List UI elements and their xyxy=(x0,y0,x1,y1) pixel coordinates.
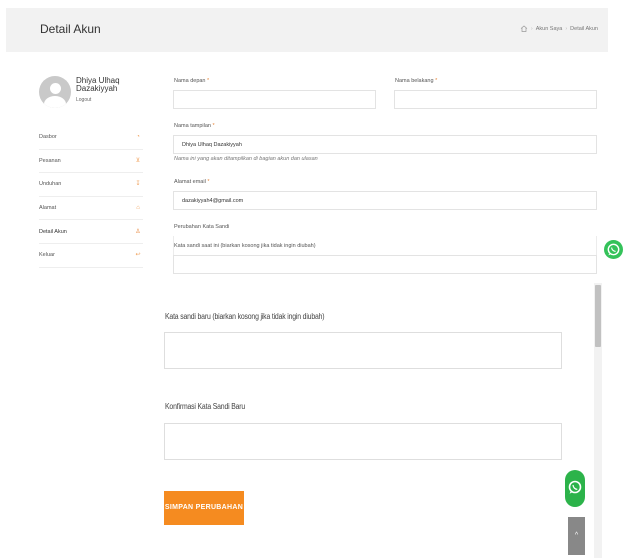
confirm-password-input[interactable] xyxy=(164,423,562,460)
location-icon: ⌂ xyxy=(136,205,140,212)
sidebar-item-label: Detail Akun xyxy=(39,228,67,235)
last-name-input[interactable] xyxy=(394,90,597,109)
cart-icon: ⊻ xyxy=(135,157,141,164)
sidebar-item-pesanan[interactable]: Pesanan ⊻ xyxy=(39,150,143,174)
whatsapp-icon xyxy=(568,480,582,494)
password-section-title: Perubahan Kata Sandi xyxy=(174,224,230,230)
confirm-password-label: Konfirmasi Kata Sandi Baru xyxy=(165,402,246,411)
whatsapp-float-button[interactable] xyxy=(565,470,585,507)
logout-icon: ↩ xyxy=(135,252,141,259)
back-to-top-button[interactable]: ^ xyxy=(568,517,585,555)
page-title: Detail Akun xyxy=(40,22,101,36)
first-name-label: Nama depan * xyxy=(174,78,210,84)
user-icon: ♙ xyxy=(135,228,141,235)
breadcrumb: › Akun Saya › Detail Akun xyxy=(520,25,598,32)
sidebar-item-unduhan[interactable]: Unduhan ↧ xyxy=(39,173,143,197)
sidebar-item-detail-akun[interactable]: Detail Akun ♙ xyxy=(39,220,143,244)
account-navigation: Dasbor ◔ Pesanan ⊻ Unduhan ↧ Alamat ⌂ De… xyxy=(39,126,143,268)
breadcrumb-separator: › xyxy=(530,25,533,32)
last-name-label: Nama belakang * xyxy=(395,78,438,84)
whatsapp-icon xyxy=(607,243,620,256)
current-password-label: Kata sandi saat ini (biarkan kosong jika… xyxy=(174,243,316,249)
page: Detail Akun › Akun Saya › Detail Akun Dh… xyxy=(0,0,627,558)
new-password-input[interactable] xyxy=(164,332,562,369)
sidebar-item-keluar[interactable]: Keluar ↩ xyxy=(39,244,143,268)
display-name-hint: Nama ini yang akan ditampilkan di bagian… xyxy=(174,156,318,162)
sidebar-item-alamat[interactable]: Alamat ⌂ xyxy=(39,197,143,221)
display-name-input[interactable] xyxy=(173,135,597,154)
logout-link[interactable]: Logout xyxy=(76,97,91,103)
email-label: Alamat email * xyxy=(174,179,210,185)
sidebar-item-label: Keluar xyxy=(39,252,55,259)
display-name-label: Nama tampilan * xyxy=(174,123,215,129)
dashboard-icon: ◔ xyxy=(136,134,140,141)
sidebar-item-dasbor[interactable]: Dasbor ◔ xyxy=(39,126,143,150)
breadcrumb-item-account[interactable]: Akun Saya xyxy=(536,26,563,32)
first-name-input[interactable] xyxy=(173,90,376,109)
sidebar-item-label: Pesanan xyxy=(39,157,61,164)
save-changes-button[interactable]: SIMPAN PERUBAHAN xyxy=(164,491,244,525)
sidebar-item-label: Alamat xyxy=(39,205,57,212)
sidebar-item-label: Dasbor xyxy=(39,134,57,141)
profile-name: Dhiya Ulhaq Dazakiyyah xyxy=(76,76,120,93)
scrollbar[interactable] xyxy=(594,283,602,558)
breadcrumb-separator: › xyxy=(565,25,568,32)
avatar xyxy=(39,76,71,108)
home-icon[interactable] xyxy=(520,25,528,32)
sidebar-item-label: Unduhan xyxy=(39,181,62,188)
whatsapp-chat-button[interactable] xyxy=(604,240,623,259)
scrollbar-thumb[interactable] xyxy=(595,285,601,347)
profile-summary: Dhiya Ulhaq Dazakiyyah Logout xyxy=(39,76,149,110)
page-header: Detail Akun › Akun Saya › Detail Akun xyxy=(6,8,608,52)
new-password-label: Kata sandi baru (biarkan kosong jika tid… xyxy=(165,312,325,321)
breadcrumb-item-current: Detail Akun xyxy=(570,25,598,32)
current-password-input[interactable] xyxy=(173,255,597,274)
email-input[interactable] xyxy=(173,191,597,210)
download-icon: ↧ xyxy=(135,181,141,188)
